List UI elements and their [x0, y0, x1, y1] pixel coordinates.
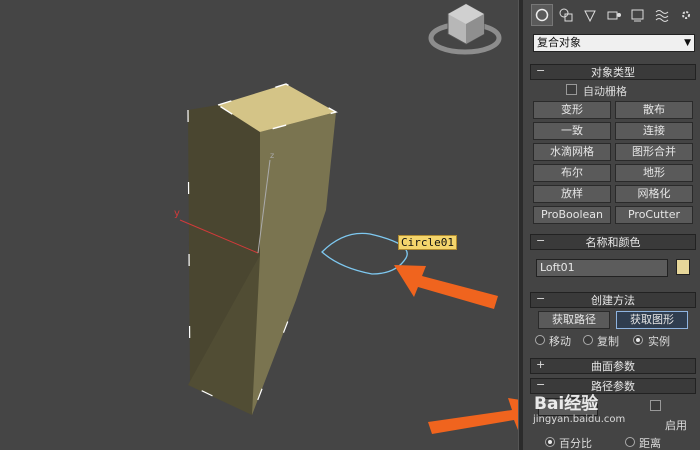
rollout-surface-params-header[interactable]: + 曲面参数	[530, 358, 696, 374]
enable-checkbox[interactable]	[650, 400, 661, 411]
copy-radio[interactable]	[583, 335, 593, 345]
percentage-radio[interactable]	[545, 437, 555, 447]
boolean-button[interactable]: 布尔	[533, 164, 611, 182]
circle01-shape[interactable]	[321, 232, 408, 275]
loft-box-object[interactable]	[187, 83, 338, 416]
morph-button[interactable]: 变形	[533, 101, 611, 119]
systems-tab-icon[interactable]	[675, 4, 697, 26]
display-tab-icon[interactable]	[627, 4, 649, 26]
viewcube-icon[interactable]	[428, 3, 502, 55]
blobmesh-button[interactable]: 水滴网格	[533, 143, 611, 161]
instance-radio[interactable]	[633, 335, 643, 345]
connect-button[interactable]: 连接	[615, 122, 693, 140]
rollout-creation-method: − 创建方法 获取路径 获取图形 移动 复制 实例	[530, 292, 696, 352]
expand-icon: +	[536, 358, 546, 371]
rollout-object-type: − 对象类型 自动栅格 变形 散布 一致 连接 水滴网格 图形合并 布尔 地形 …	[530, 64, 696, 226]
baidu-watermark-logo: Bai经验	[534, 394, 599, 414]
instance-radio-label: 实例	[648, 335, 670, 348]
rollout-creation-method-header[interactable]: − 创建方法	[530, 292, 696, 308]
rollout-surface-params-title: 曲面参数	[591, 360, 635, 373]
collapse-icon: −	[536, 234, 546, 247]
utilities-tab-icon[interactable]	[651, 4, 673, 26]
axis-z-label: z	[270, 151, 274, 160]
perspective-viewport[interactable]: y z Circle01	[0, 0, 520, 450]
category-dropdown-value: 复合对象	[537, 36, 581, 49]
motion-tab-icon[interactable]	[603, 4, 625, 26]
collapse-icon: −	[536, 292, 546, 305]
distance-radio[interactable]	[625, 437, 635, 447]
mesher-button[interactable]: 网格化	[615, 185, 693, 203]
terrain-button[interactable]: 地形	[615, 164, 693, 182]
move-radio-label: 移动	[549, 335, 571, 348]
command-panel-tabs	[531, 4, 697, 26]
create-tab-icon[interactable]	[531, 4, 553, 26]
get-path-button[interactable]: 获取路径	[538, 311, 610, 329]
hierarchy-tab-icon[interactable]	[579, 4, 601, 26]
object-color-swatch[interactable]	[676, 259, 690, 275]
distance-radio-label: 距离	[639, 437, 661, 450]
object-name-field[interactable]: Loft01	[536, 259, 668, 277]
move-radio[interactable]	[535, 335, 545, 345]
max-window: y z Circle01 复合对象 ▼ − 对象类型 自动栅格 变形 散布 一致…	[0, 0, 700, 450]
autogrid-label: 自动栅格	[583, 85, 627, 98]
rollout-name-color-header[interactable]: − 名称和颜色	[530, 234, 696, 250]
scatter-button[interactable]: 散布	[615, 101, 693, 119]
rollout-object-type-title: 对象类型	[591, 66, 635, 79]
copy-radio-label: 复制	[597, 335, 619, 348]
autogrid-checkbox[interactable]	[566, 84, 577, 95]
axis-y-label: y	[174, 208, 180, 219]
arrow-pointer-icon	[394, 265, 498, 309]
get-shape-button[interactable]: 获取图形	[616, 311, 688, 329]
percentage-radio-label: 百分比	[559, 437, 592, 450]
enable-label: 启用	[665, 419, 687, 432]
loft-button[interactable]: 放样	[533, 185, 611, 203]
chevron-down-icon: ▼	[684, 38, 691, 48]
modify-tab-icon[interactable]	[555, 4, 577, 26]
arrow-pointer-icon-2	[428, 398, 520, 434]
viewport-canvas: y z	[174, 3, 520, 434]
baidu-watermark-url: jingyan.baidu.com	[533, 414, 626, 425]
object-name-tooltip: Circle01	[398, 235, 457, 250]
conform-button[interactable]: 一致	[533, 122, 611, 140]
rollout-name-color-title: 名称和颜色	[585, 236, 641, 249]
rollout-surface-params: + 曲面参数	[530, 358, 696, 374]
category-dropdown[interactable]: 复合对象 ▼	[533, 34, 695, 52]
command-panel: 复合对象 ▼ − 对象类型 自动栅格 变形 散布 一致 连接 水滴网格 图形合并…	[523, 0, 700, 450]
procutter-button[interactable]: ProCutter	[615, 206, 693, 224]
rollout-creation-method-title: 创建方法	[591, 294, 635, 307]
collapse-icon: −	[536, 64, 546, 77]
proboolean-button[interactable]: ProBoolean	[533, 206, 611, 224]
shapemerge-button[interactable]: 图形合并	[615, 143, 693, 161]
rollout-object-type-header[interactable]: − 对象类型	[530, 64, 696, 80]
rollout-name-color: − 名称和颜色 Loft01	[530, 234, 696, 282]
